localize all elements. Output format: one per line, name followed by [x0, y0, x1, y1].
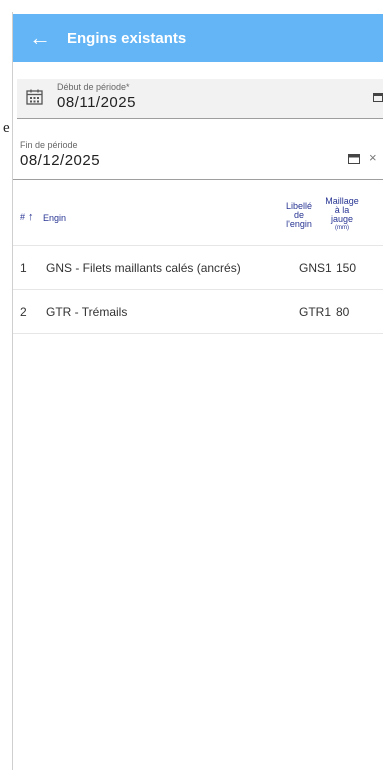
page-title: Engins existants	[67, 29, 187, 47]
side-text: e	[3, 120, 10, 136]
app-header: ← Engins existants	[13, 14, 383, 62]
cell-libelle: GNS1	[299, 261, 332, 275]
cell-engin: GTR - Trémails	[46, 305, 128, 319]
column-libelle[interactable]: Libellé de l'engin	[282, 202, 316, 229]
period-start-field[interactable]: Début de période* 08/11/2025	[17, 79, 383, 119]
cell-maillage: 80	[336, 305, 350, 319]
table-row[interactable]: 1 GNS - Filets maillants calés (ancrés) …	[13, 245, 383, 290]
sort-arrow-icon[interactable]: ↑	[28, 211, 34, 223]
cell-num: 2	[20, 305, 27, 319]
period-end-field[interactable]: Fin de période 08/12/2025 ×	[13, 137, 383, 180]
period-end-value[interactable]: 08/12/2025	[20, 152, 100, 169]
left-border	[12, 12, 13, 770]
column-maillage[interactable]: Maillage à la jauge (mm)	[323, 197, 361, 233]
table-header: # ↑ Engin Libellé de l'engin Maillage à la ja…	[13, 193, 383, 246]
period-start-value[interactable]: 08/11/2025	[57, 94, 136, 111]
clear-icon[interactable]: ×	[369, 150, 377, 165]
cell-engin: GNS - Filets maillants calés (ancrés)	[46, 261, 241, 275]
column-num[interactable]: # ↑	[20, 211, 34, 223]
calendar-icon[interactable]	[373, 92, 383, 102]
calendar-icon[interactable]	[26, 89, 43, 105]
back-arrow-icon[interactable]: ←	[29, 27, 51, 49]
calendar-icon[interactable]	[348, 153, 360, 164]
cell-num: 1	[20, 261, 27, 275]
cell-maillage: 150	[336, 261, 357, 275]
cell-libelle: GTR1	[299, 305, 332, 319]
column-engin[interactable]: Engin	[43, 214, 66, 223]
period-start-label: Début de période*	[57, 82, 130, 92]
period-end-label: Fin de période	[20, 140, 78, 150]
table-row[interactable]: 2 GTR - Trémails GTR1 80	[13, 289, 383, 334]
